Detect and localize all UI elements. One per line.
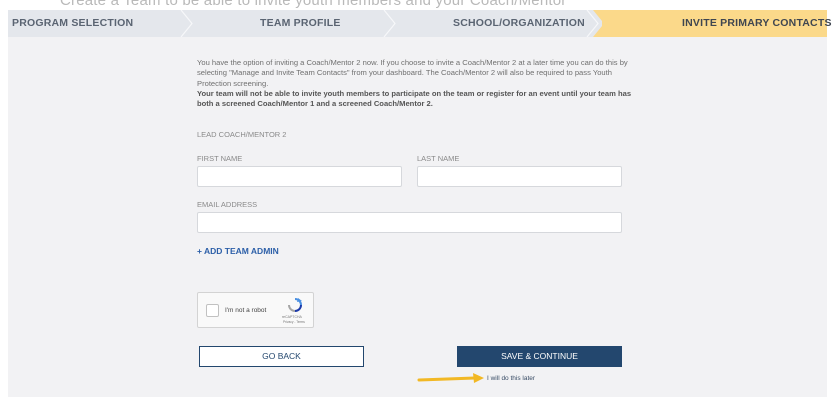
step-invite-primary-contacts[interactable]: INVITE PRIMARY CONTACTS — [682, 10, 832, 37]
step-school-organization[interactable]: SCHOOL/ORGANIZATION — [453, 10, 585, 37]
progress-steps: PROGRAM SELECTION TEAM PROFILE SCHOOL/OR… — [8, 10, 831, 37]
recaptcha-icon — [288, 298, 302, 312]
email-input[interactable] — [197, 212, 622, 233]
header-strip-text: Create a Team to be able to invite youth… — [60, 0, 567, 9]
recaptcha-widget: I'm not a robot reCAPTCHA Privacy - Term… — [197, 292, 314, 328]
intro-paragraph: You have the option of inviting a Coach/… — [197, 58, 628, 88]
step-separator — [383, 10, 396, 37]
recaptcha-brand: reCAPTCHA — [282, 315, 302, 319]
save-continue-button[interactable]: SAVE & CONTINUE — [457, 346, 622, 367]
last-name-input[interactable] — [417, 166, 622, 187]
recaptcha-terms[interactable]: Privacy - Terms — [283, 320, 305, 324]
last-name-label: LAST NAME — [417, 154, 460, 163]
section-title: LEAD COACH/MENTOR 2 — [197, 130, 287, 139]
step-separator — [180, 10, 193, 37]
first-name-label: FIRST NAME — [197, 154, 243, 163]
first-name-input[interactable] — [197, 166, 402, 187]
email-label: EMAIL ADDRESS — [197, 200, 258, 209]
step-separator — [584, 10, 602, 37]
intro-warning: Your team will not be able to invite you… — [197, 88, 632, 109]
do-later-link[interactable]: I will do this later — [487, 375, 535, 382]
step-program-selection[interactable]: PROGRAM SELECTION — [12, 10, 133, 37]
arrow-right-icon — [417, 373, 484, 383]
go-back-button[interactable]: GO BACK — [199, 346, 364, 367]
intro-text: You have the option of inviting a Coach/… — [197, 58, 642, 109]
recaptcha-label: I'm not a robot — [225, 307, 267, 314]
add-team-admin-link[interactable]: + ADD TEAM ADMIN — [197, 246, 279, 256]
top-strip: Create a Team to be able to invite youth… — [0, 0, 835, 10]
recaptcha-checkbox[interactable] — [206, 304, 219, 317]
step-team-profile[interactable]: TEAM PROFILE — [260, 10, 341, 37]
